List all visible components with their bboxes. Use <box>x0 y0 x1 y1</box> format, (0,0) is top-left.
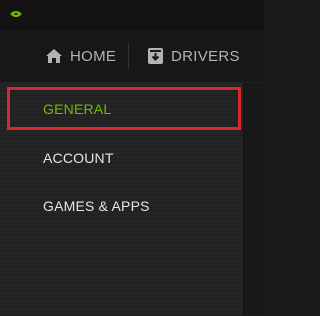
nvidia-logo-icon <box>10 11 22 17</box>
settings-sidebar: GENERAL ACCOUNT GAMES & APPS <box>0 83 243 316</box>
home-icon <box>46 49 62 63</box>
nav-home-label: HOME <box>70 47 117 65</box>
sidebar-item-label: ACCOUNT <box>43 150 114 166</box>
sidebar-item-label: GAMES & APPS <box>43 198 150 214</box>
sidebar-item-games-apps[interactable]: GAMES & APPS <box>0 184 243 228</box>
sidebar-item-label: GENERAL <box>43 101 112 117</box>
nav-drivers-label: DRIVERS <box>171 47 240 65</box>
content-panel-edge <box>243 83 265 316</box>
nav-home[interactable]: HOME <box>46 30 116 82</box>
sidebar-item-general[interactable]: GENERAL <box>0 87 243 131</box>
drivers-icon <box>148 48 163 64</box>
sidebar-item-account[interactable]: ACCOUNT <box>0 136 243 180</box>
top-navigation: HOME DRIVERS <box>0 30 264 83</box>
nav-divider <box>128 43 129 69</box>
nav-drivers[interactable]: DRIVERS <box>148 30 240 82</box>
title-bar <box>0 0 264 30</box>
